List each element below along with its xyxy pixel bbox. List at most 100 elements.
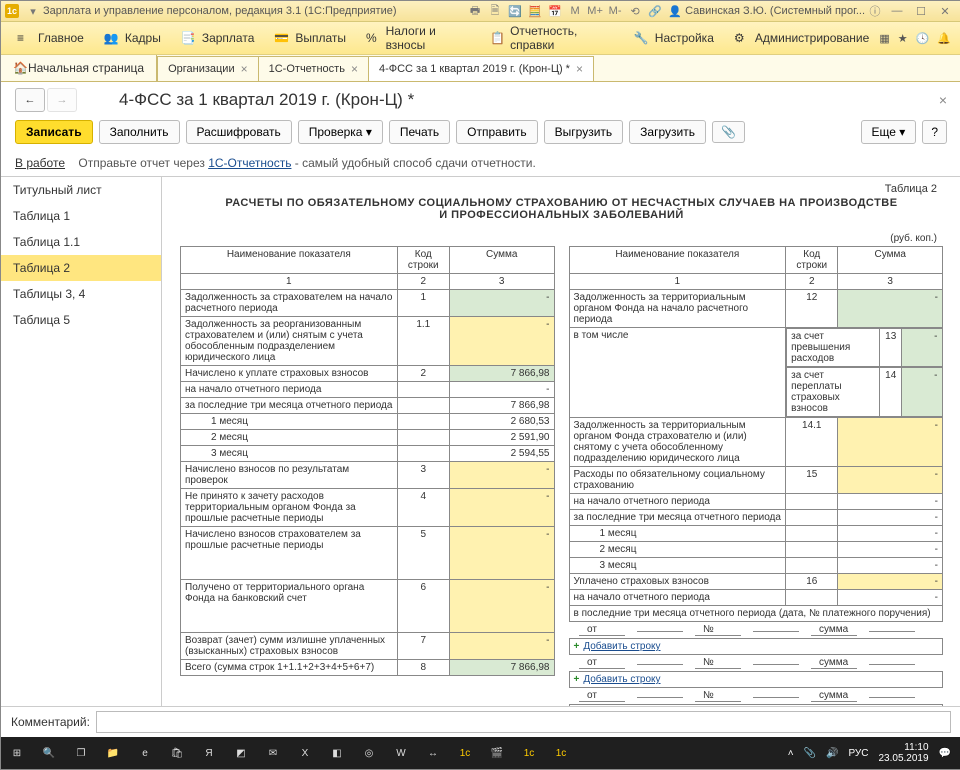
calc-icon[interactable]: 🧮 bbox=[527, 3, 543, 19]
info-line: В работе Отправьте отчет через 1С-Отчетн… bbox=[1, 152, 960, 176]
side-table34[interactable]: Таблицы 3, 4 bbox=[1, 281, 161, 307]
add-row-link[interactable]: Добавить строку bbox=[583, 641, 660, 652]
nav-back-button[interactable]: ← bbox=[15, 88, 45, 112]
plus-icon[interactable]: + bbox=[574, 674, 580, 685]
teamviewer-icon[interactable]: ↔ bbox=[417, 737, 449, 769]
page-header: ← → 4-ФСС за 1 квартал 2019 г. (Крон-Ц) … bbox=[1, 82, 960, 116]
fill-button[interactable]: Заполнить bbox=[99, 120, 180, 144]
send-button[interactable]: Отправить bbox=[456, 120, 538, 144]
tray-clip-icon[interactable]: 📎 bbox=[804, 748, 816, 759]
app2-icon[interactable]: ◧ bbox=[321, 737, 353, 769]
add-row-link[interactable]: Добавить строку bbox=[583, 674, 660, 685]
nav-forward-button[interactable]: → bbox=[47, 88, 77, 112]
history-icon[interactable]: 🕓 bbox=[916, 32, 930, 45]
tray-lang[interactable]: РУС bbox=[848, 748, 868, 759]
export-button[interactable]: Выгрузить bbox=[544, 120, 624, 144]
window-titlebar: 1c ▾ Зарплата и управление персоналом, р… bbox=[1, 1, 960, 22]
chrome-icon[interactable]: ◎ bbox=[353, 737, 385, 769]
decode-button[interactable]: Расшифровать bbox=[186, 120, 292, 144]
explorer-icon[interactable]: 📁 bbox=[97, 737, 129, 769]
menu-payments[interactable]: 💳Выплаты bbox=[264, 22, 356, 54]
tray-notif-icon[interactable]: 💬 bbox=[939, 748, 951, 759]
comment-row: Комментарий: bbox=[1, 706, 960, 737]
page-title: 4-ФСС за 1 квартал 2019 г. (Крон-Ц) * bbox=[119, 90, 414, 110]
left-table: Наименование показателяКод строкиСумма 1… bbox=[180, 246, 555, 676]
check-button[interactable]: Проверка ▾ bbox=[298, 120, 383, 144]
table-label: Таблица 2 bbox=[885, 183, 937, 195]
dropdown-icon[interactable]: ▾ bbox=[25, 3, 41, 19]
attach-button[interactable]: 📎 bbox=[712, 121, 745, 143]
comment-input[interactable] bbox=[96, 711, 951, 733]
print-button[interactable]: Печать bbox=[389, 120, 450, 144]
tray-clock[interactable]: 11:1023.05.2019 bbox=[878, 742, 928, 764]
help-button[interactable]: ? bbox=[922, 120, 947, 144]
tab-close-icon[interactable]: × bbox=[576, 62, 583, 76]
username: Савинская З.Ю. (Системный прог... bbox=[685, 5, 865, 17]
menu-personnel[interactable]: 👥Кадры bbox=[94, 22, 171, 54]
1c3-icon[interactable]: 1c bbox=[545, 737, 577, 769]
back-icon[interactable]: ⟲ bbox=[627, 3, 643, 19]
side-table5[interactable]: Таблица 5 bbox=[1, 307, 161, 333]
edge-icon[interactable]: e bbox=[129, 737, 161, 769]
tab-1c-reporting[interactable]: 1С-Отчетность× bbox=[258, 56, 369, 81]
info-icon[interactable]: ⓘ bbox=[867, 3, 883, 19]
side-title[interactable]: Титульный лист bbox=[1, 177, 161, 203]
close-icon[interactable]: ✕ bbox=[935, 3, 955, 19]
side-table2[interactable]: Таблица 2 bbox=[1, 255, 161, 281]
menu-home[interactable]: ≡Главное bbox=[7, 22, 94, 54]
plus-icon[interactable]: + bbox=[574, 641, 580, 652]
save-button[interactable]: Записать bbox=[15, 120, 93, 144]
window-edition: (1С:Предприятие) bbox=[304, 5, 396, 17]
bell-icon[interactable]: 🔔 bbox=[937, 32, 951, 45]
mplus-icon[interactable]: M+ bbox=[587, 3, 603, 19]
apps-icon[interactable]: ▦ bbox=[879, 32, 889, 45]
tray-vol-icon[interactable]: 🔊 bbox=[826, 748, 838, 759]
tab-home[interactable]: 🏠 Начальная страница bbox=[1, 55, 157, 81]
status-link[interactable]: В работе bbox=[15, 156, 65, 170]
tab-4fss[interactable]: 4-ФСС за 1 квартал 2019 г. (Крон-Ц) *× bbox=[368, 56, 594, 81]
tab-organizations[interactable]: Организации× bbox=[157, 56, 259, 81]
m-icon[interactable]: M bbox=[567, 3, 583, 19]
tray-up-icon[interactable]: ˄ bbox=[788, 748, 794, 759]
tab-close-icon[interactable]: × bbox=[351, 62, 358, 76]
app1-icon[interactable]: ◩ bbox=[225, 737, 257, 769]
excel-icon[interactable]: X bbox=[289, 737, 321, 769]
side-table1[interactable]: Таблица 1 bbox=[1, 203, 161, 229]
word-icon[interactable]: W bbox=[385, 737, 417, 769]
document-area: Таблица 2 РАСЧЕТЫ ПО ОБЯЗАТЕЛЬНОМУ СОЦИА… bbox=[162, 177, 960, 706]
load-button[interactable]: Загрузить bbox=[629, 120, 706, 144]
side-table11[interactable]: Таблица 1.1 bbox=[1, 229, 161, 255]
page-close-icon[interactable]: × bbox=[939, 92, 947, 108]
1c2-icon[interactable]: 1c bbox=[513, 737, 545, 769]
doc-heading: РАСЧЕТЫ ПО ОБЯЗАТЕЛЬНОМУ СОЦИАЛЬНОМУ СТР… bbox=[220, 197, 903, 221]
search-icon[interactable]: 🔍 bbox=[33, 737, 65, 769]
doc-icon[interactable]: 🗎 bbox=[487, 3, 503, 19]
comment-label: Комментарий: bbox=[11, 715, 90, 729]
main-menu: ≡Главное 👥Кадры 📑Зарплата 💳Выплаты %Нало… bbox=[1, 22, 960, 55]
window-title: Зарплата и управление персоналом, редакц… bbox=[43, 5, 301, 17]
maximize-icon[interactable]: ☐ bbox=[911, 3, 931, 19]
outlook-icon[interactable]: ✉ bbox=[257, 737, 289, 769]
menu-reports[interactable]: 📋Отчетность, справки bbox=[480, 22, 624, 54]
more-button[interactable]: Еще ▾ bbox=[861, 120, 917, 144]
star-icon[interactable]: ★ bbox=[898, 32, 908, 45]
tab-close-icon[interactable]: × bbox=[241, 62, 248, 76]
start-button[interactable]: ⊞ bbox=[1, 737, 33, 769]
print-icon[interactable]: 🖶 bbox=[467, 3, 483, 19]
1c-icon[interactable]: 1c bbox=[449, 737, 481, 769]
menu-taxes[interactable]: %Налоги и взносы bbox=[356, 22, 480, 54]
menu-settings[interactable]: 🔧Настройка bbox=[624, 22, 724, 54]
refresh-icon[interactable]: 🔄 bbox=[507, 3, 523, 19]
mminus-icon[interactable]: M- bbox=[607, 3, 623, 19]
video-icon[interactable]: 🎬 bbox=[481, 737, 513, 769]
menu-admin[interactable]: ⚙Администрирование bbox=[724, 22, 879, 54]
taskbar: ⊞ 🔍 ❐ 📁 e 🛍 Я ◩ ✉ X ◧ ◎ W ↔ 1c 🎬 1c 1c ˄… bbox=[1, 737, 960, 769]
store-icon[interactable]: 🛍 bbox=[161, 737, 193, 769]
menu-salary[interactable]: 📑Зарплата bbox=[171, 22, 265, 54]
calendar-icon[interactable]: 📅 bbox=[547, 3, 563, 19]
minimize-icon[interactable]: — bbox=[887, 3, 907, 19]
taskview-icon[interactable]: ❐ bbox=[65, 737, 97, 769]
yandex-icon[interactable]: Я bbox=[193, 737, 225, 769]
1c-report-link[interactable]: 1С-Отчетность bbox=[208, 156, 291, 170]
link-icon[interactable]: 🔗 bbox=[647, 3, 663, 19]
